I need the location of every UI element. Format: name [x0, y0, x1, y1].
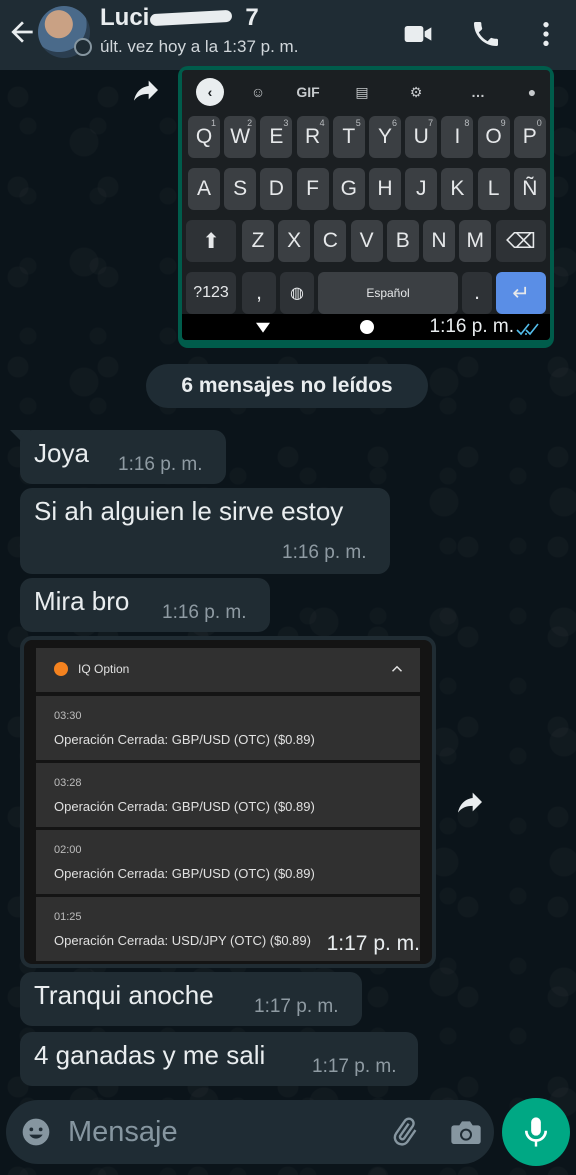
message-input[interactable]: Mensaje: [68, 1116, 178, 1149]
key-u: U7: [405, 116, 438, 158]
key-z: Z: [242, 220, 274, 262]
key-c: C: [314, 220, 347, 262]
message-composer[interactable]: Mensaje: [6, 1100, 494, 1164]
notification-item: 02:00 Operación Cerrada: GBP/USD (OTC) (…: [36, 830, 420, 894]
message-time: 1:16 p. m.: [282, 542, 367, 563]
key-a: A: [188, 168, 220, 210]
message-time: 1:17 p. m.: [312, 1056, 397, 1077]
more-options-icon[interactable]: [530, 18, 562, 50]
notification-app-name: IQ Option: [78, 662, 130, 676]
notification-item: 03:28 Operación Cerrada: GBP/USD (OTC) (…: [36, 763, 420, 827]
message-text: Tranqui anoche: [34, 980, 214, 1010]
globe-key-icon: ◍: [280, 272, 314, 314]
keyboard-row-1: Q1W2E3R4T5Y6U7I8O9P0: [182, 116, 550, 160]
message-text: Mira bro: [34, 586, 130, 616]
video-call-icon[interactable]: [402, 18, 434, 50]
key-t: T5: [332, 116, 365, 158]
backspace-key-icon: ⌫: [496, 220, 546, 262]
key-y: Y6: [369, 116, 401, 158]
incoming-message[interactable]: Si ah alguien le sirve estoy 1:16 p. m.: [20, 488, 390, 574]
unread-messages-banner: 6 mensajes no leídos: [146, 364, 428, 408]
space-key: Español: [318, 272, 458, 314]
key-k: K: [441, 168, 474, 210]
key-d: D: [260, 168, 293, 210]
outgoing-image-message[interactable]: ‹ ☺ GIF ▤ ⚙ … ● Q1W2E3R4T5Y6U7I8O9P0 ASD…: [178, 66, 554, 348]
key-p: P0: [513, 116, 546, 158]
keyboard-row-4: ?123 , ◍ Español . ↵: [182, 272, 550, 316]
key-w: W2: [224, 116, 257, 158]
voice-call-icon[interactable]: [470, 18, 502, 50]
comma-key: ,: [242, 272, 276, 314]
emoji-icon[interactable]: [20, 1116, 52, 1148]
key-n: N: [423, 220, 455, 262]
incoming-message[interactable]: Mira bro 1:16 p. m.: [20, 578, 270, 632]
message-time: 1:16 p. m.: [429, 316, 515, 337]
incoming-message[interactable]: Tranqui anoche 1:17 p. m.: [20, 972, 362, 1026]
key-h: H: [369, 168, 401, 210]
key-j: J: [405, 168, 438, 210]
keyboard-screenshot: ‹ ☺ GIF ▤ ⚙ … ● Q1W2E3R4T5Y6U7I8O9P0 ASD…: [182, 70, 550, 340]
message-time: 1:17 p. m.: [254, 996, 339, 1017]
enter-key-icon: ↵: [496, 272, 546, 314]
incoming-image-message[interactable]: IQ Option 03:30 Operación Cerrada: GBP/U…: [20, 636, 436, 968]
key-b: B: [386, 220, 419, 262]
notification-header: IQ Option: [36, 648, 420, 692]
message-text: Si ah alguien le sirve estoy: [34, 496, 344, 526]
back-arrow-icon[interactable]: [6, 16, 38, 48]
keyboard-row-3: ⬆ ⌫ ZXCVBNM: [182, 220, 550, 264]
gif-label: GIF: [296, 84, 320, 100]
key-s: S: [224, 168, 257, 210]
notification-item: 03:30 Operación Cerrada: GBP/USD (OTC) (…: [36, 696, 420, 760]
forward-icon[interactable]: [130, 74, 162, 106]
message-time: 1:16 p. m.: [162, 602, 247, 623]
key-l: L: [477, 168, 510, 210]
clipboard-icon: ▤: [355, 83, 369, 100]
message-text: Joya: [34, 438, 89, 468]
key-ñ: Ñ: [513, 168, 546, 210]
sticker-icon: ☺: [250, 84, 266, 100]
key-m: M: [459, 220, 492, 262]
message-time: 1:16 p. m.: [118, 454, 203, 475]
key-r: R4: [296, 116, 329, 158]
key-e: E3: [260, 116, 293, 158]
incoming-message[interactable]: 4 ganadas y me sali 1:17 p. m.: [20, 1032, 418, 1086]
key-x: X: [278, 220, 311, 262]
nav-home-icon: [360, 320, 374, 334]
symbols-key: ?123: [186, 272, 236, 314]
key-q: Q1: [188, 116, 220, 158]
key-v: V: [350, 220, 383, 262]
shift-key-icon: ⬆: [186, 220, 236, 262]
camera-icon[interactable]: [448, 1116, 484, 1148]
status-ring-icon: [74, 38, 92, 56]
mic-icon: ●: [527, 84, 537, 100]
last-seen-status: últ. vez hoy a la 1:37 p. m.: [100, 37, 299, 56]
message-text: 4 ganadas y me sali: [34, 1040, 266, 1070]
iq-option-logo-icon: [54, 662, 68, 676]
read-ticks-icon: [516, 323, 539, 336]
nav-back-icon: [256, 322, 270, 333]
chevron-left-icon: ‹: [196, 78, 224, 106]
chat-header: Luci 7 últ. vez hoy a la 1:37 p. m.: [0, 0, 576, 70]
message-time: 1:17 p. m.: [326, 932, 420, 955]
key-f: F: [296, 168, 329, 210]
key-i: I8: [441, 116, 474, 158]
forward-icon[interactable]: [454, 786, 486, 818]
key-g: G: [332, 168, 365, 210]
chevron-up-icon: [391, 665, 403, 672]
attach-clip-icon[interactable]: [388, 1116, 420, 1148]
keyboard-row-2: ASDFGHJKLÑ: [182, 168, 550, 212]
voice-record-button[interactable]: [502, 1098, 570, 1166]
key-o: O9: [477, 116, 510, 158]
microphone-icon: [524, 1117, 548, 1147]
period-key: .: [462, 272, 492, 314]
more-icon: …: [471, 84, 485, 100]
settings-icon: ⚙: [409, 83, 423, 100]
iq-option-screenshot: IQ Option 03:30 Operación Cerrada: GBP/U…: [24, 640, 432, 964]
incoming-message[interactable]: Joya 1:16 p. m.: [20, 430, 226, 484]
keyboard-toolbar: ‹ ☺ GIF ▤ ⚙ … ●: [182, 70, 550, 112]
